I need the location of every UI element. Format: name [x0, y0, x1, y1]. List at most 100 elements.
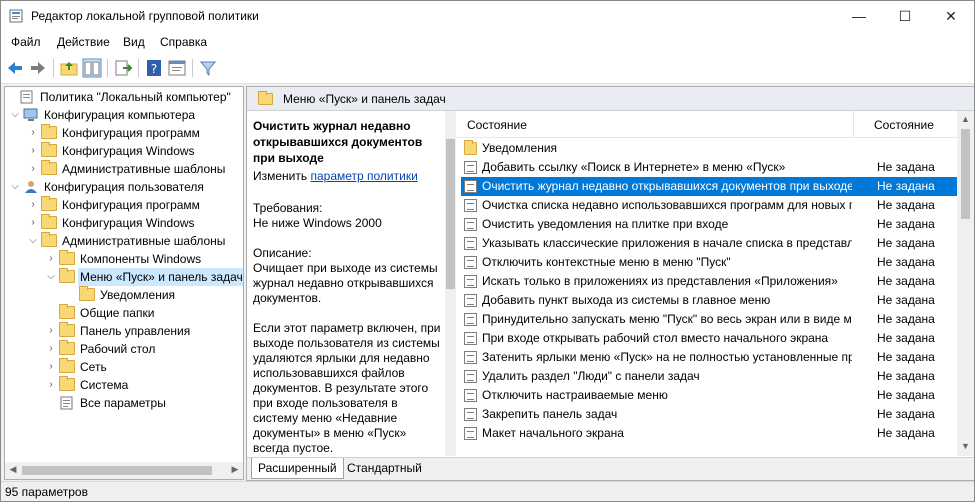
back-arrow-icon[interactable]: [5, 58, 25, 78]
list-item-name: Очистить журнал недавно открывавшихся до…: [482, 179, 852, 193]
list-item-name: Затенить ярлыки меню «Пуск» на не полнос…: [482, 350, 852, 364]
expand-arrow-icon[interactable]: ›: [45, 358, 57, 376]
tree-node[interactable]: › Система: [5, 376, 243, 394]
folder-icon: [41, 232, 57, 247]
list-item[interactable]: Указывать классические приложения в нача…: [461, 234, 957, 253]
tree-node[interactable]: › Конфигурация Windows: [5, 214, 243, 232]
toolbar: ?: [1, 53, 974, 84]
expand-arrow-icon[interactable]: ›: [27, 196, 39, 214]
list-item[interactable]: Удалить раздел "Люди" с панели задач Не з…: [461, 367, 957, 386]
collapse-arrow-icon[interactable]: ⌵: [9, 178, 21, 196]
scroll-down-icon[interactable]: ▼: [957, 441, 974, 451]
tree-node-label: Уведомления: [100, 288, 176, 302]
folder-icon: [59, 322, 75, 337]
up-folder-icon[interactable]: [59, 58, 79, 78]
export-list-icon[interactable]: [113, 58, 133, 78]
maximize-button[interactable]: ☐: [882, 1, 928, 31]
collapse-arrow-icon[interactable]: ⌵: [45, 268, 57, 286]
menu-bar: Файл Действие Вид Справка: [1, 31, 974, 53]
list-scrollbar[interactable]: ▲ ▼: [957, 111, 974, 456]
list-item[interactable]: Искать только в приложениях из представл…: [461, 272, 957, 291]
tab-extended[interactable]: Расширенный: [251, 458, 344, 479]
list-item[interactable]: Уведомления: [461, 139, 957, 158]
expand-arrow-icon[interactable]: ›: [27, 142, 39, 160]
tree-node-label: Конфигурация компьютера: [44, 108, 196, 122]
column-header-state[interactable]: Состояние: [874, 118, 934, 132]
description-details: Если этот параметр включен, при выходе п…: [253, 321, 441, 455]
tree-node[interactable]: › Конфигурация программ: [5, 124, 243, 142]
scroll-thumb[interactable]: [446, 139, 455, 289]
list-item-state: Не задана: [877, 274, 935, 288]
expand-arrow-icon[interactable]: ›: [45, 340, 57, 358]
tree-node[interactable]: ⌵ Административные шаблоны: [5, 232, 243, 250]
list-item[interactable]: Добавить ссылку «Поиск в Интернете» в ме…: [461, 158, 957, 177]
tree-node[interactable]: Уведомления: [5, 286, 243, 304]
list-item[interactable]: Закрепить панель задач Не задана: [461, 405, 957, 424]
tree-node[interactable]: Политика "Локальный компьютер": [5, 88, 243, 106]
tree-node[interactable]: › Сеть: [5, 358, 243, 376]
tree-node[interactable]: Общие папки: [5, 304, 243, 322]
collapse-arrow-icon[interactable]: ⌵: [27, 232, 39, 250]
folder-icon: [464, 140, 477, 155]
list-item[interactable]: Очистка списка недавно использовавшихся …: [461, 196, 957, 215]
list-item[interactable]: Очистить журнал недавно открывавшихся до…: [461, 177, 957, 196]
computer-icon: [23, 108, 39, 121]
list-item[interactable]: Принудительно запускать меню "Пуск" во в…: [461, 310, 957, 329]
show-hide-tree-icon[interactable]: [82, 58, 102, 78]
tree-node[interactable]: Все параметры: [5, 394, 243, 412]
minimize-button[interactable]: —: [836, 1, 882, 31]
toolbar-separator: [192, 59, 193, 77]
tree-node[interactable]: ⌵ Конфигурация компьютера: [5, 106, 243, 124]
collapse-arrow-icon[interactable]: ⌵: [9, 106, 21, 124]
close-button[interactable]: ✕: [928, 1, 974, 31]
column-header-name[interactable]: Состояние: [467, 118, 527, 132]
list-item[interactable]: Очистить уведомления на плитке при входе…: [461, 215, 957, 234]
requirements-label: Требования:: [253, 201, 323, 215]
tree-node[interactable]: › Конфигурация программ: [5, 196, 243, 214]
filter-icon[interactable]: [198, 58, 218, 78]
list-item-state: Не задана: [877, 160, 935, 174]
tree-node[interactable]: › Конфигурация Windows: [5, 142, 243, 160]
help-icon[interactable]: ?: [144, 58, 164, 78]
menu-action[interactable]: Действие: [57, 35, 110, 49]
menu-help[interactable]: Справка: [160, 35, 207, 49]
tree-node[interactable]: › Рабочий стол: [5, 340, 243, 358]
expand-arrow-icon[interactable]: ›: [45, 322, 57, 340]
list-item[interactable]: Отключить настраиваемые меню Не задана: [461, 386, 957, 405]
expand-arrow-icon[interactable]: ›: [27, 124, 39, 142]
scroll-right-icon[interactable]: ▶: [229, 464, 241, 475]
tree-node[interactable]: › Панель управления: [5, 322, 243, 340]
menu-file[interactable]: Файл: [11, 35, 41, 49]
list-item[interactable]: Отключить контекстные меню в меню "Пуск"…: [461, 253, 957, 272]
expand-arrow-icon[interactable]: ›: [45, 376, 57, 394]
tab-standard[interactable]: Стандартный: [341, 458, 428, 478]
description-scrollbar[interactable]: [445, 111, 456, 456]
forward-arrow-icon[interactable]: [28, 58, 48, 78]
list-item[interactable]: Добавить пункт выхода из системы в главн…: [461, 291, 957, 310]
tree-node[interactable]: › Административные шаблоны: [5, 160, 243, 178]
list-item[interactable]: Макет начального экрана Не задана: [461, 424, 957, 443]
scroll-thumb[interactable]: [961, 129, 970, 219]
list-item-state: Не задана: [877, 388, 935, 402]
expand-arrow-icon[interactable]: ›: [27, 160, 39, 178]
title-bar[interactable]: Редактор локальной групповой политики — …: [1, 1, 974, 31]
menu-view[interactable]: Вид: [123, 35, 145, 49]
list-item-name: Закрепить панель задач: [482, 407, 618, 421]
column-separator[interactable]: [853, 111, 854, 137]
edit-policy-link[interactable]: параметр политики: [310, 169, 417, 183]
list-item[interactable]: Затенить ярлыки меню «Пуск» на не полнос…: [461, 348, 957, 367]
scroll-left-icon[interactable]: ◀: [7, 464, 19, 475]
list-header: Состояние Состояние: [457, 111, 974, 138]
tree-node[interactable]: ⌵ Меню «Пуск» и панель задач: [5, 268, 243, 286]
toolbar-separator: [107, 59, 108, 77]
policy-setting-icon: [464, 294, 477, 307]
properties-icon[interactable]: [167, 58, 187, 78]
expand-arrow-icon[interactable]: ›: [45, 250, 57, 268]
tree-horizontal-scrollbar[interactable]: ◀ ▶: [5, 462, 243, 479]
list-item[interactable]: При входе открывать рабочий стол вместо …: [461, 329, 957, 348]
tree-node[interactable]: ⌵ Конфигурация пользователя: [5, 178, 243, 196]
expand-arrow-icon[interactable]: ›: [27, 214, 39, 232]
tree-node[interactable]: › Компоненты Windows: [5, 250, 243, 268]
scroll-up-icon[interactable]: ▲: [957, 114, 974, 124]
scroll-thumb[interactable]: [22, 466, 212, 475]
